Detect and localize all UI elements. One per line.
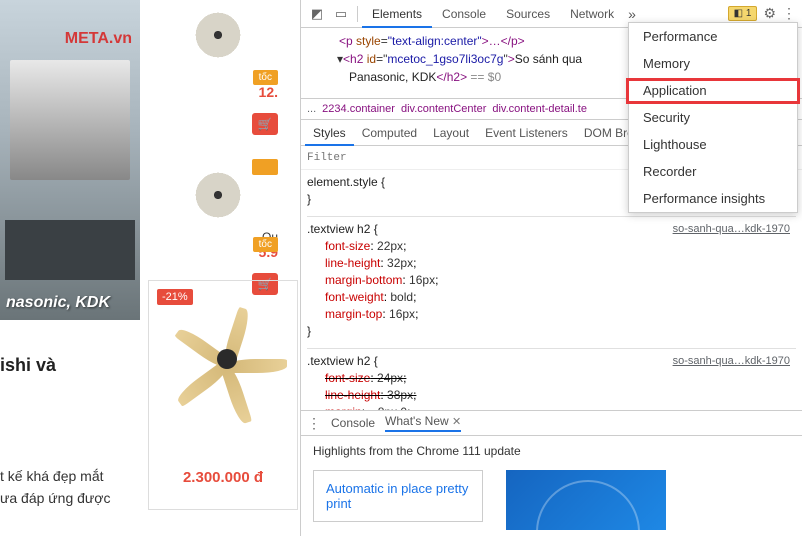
cart-button[interactable]: 🛒 bbox=[252, 113, 278, 135]
logo: META.vn bbox=[65, 30, 132, 48]
tab-elements[interactable]: Elements bbox=[362, 0, 432, 28]
breadcrumb-item[interactable]: ... bbox=[307, 103, 316, 115]
tab-sources[interactable]: Sources bbox=[496, 0, 560, 28]
breadcrumb-item[interactable]: div.contentCenter bbox=[401, 103, 486, 115]
whatsnew-pane: Highlights from the Chrome 111 update Au… bbox=[301, 436, 802, 538]
menu-item-memory[interactable]: Memory bbox=[629, 50, 797, 77]
menu-item-security[interactable]: Security bbox=[629, 104, 797, 131]
tab-computed[interactable]: Computed bbox=[354, 120, 425, 146]
divider bbox=[357, 6, 358, 22]
product-image bbox=[157, 309, 297, 409]
menu-item-lighthouse[interactable]: Lighthouse bbox=[629, 131, 797, 158]
gear-icon[interactable]: ⚙ bbox=[763, 5, 776, 22]
product-card[interactable]: Qu tốc 5.9 🛒 bbox=[148, 165, 288, 295]
more-tabs-icon[interactable]: » bbox=[628, 6, 636, 22]
drawer-tab-bar: ⋮ Console What's New ✕ bbox=[301, 410, 802, 436]
tab-layout[interactable]: Layout bbox=[425, 120, 477, 146]
overflow-menu: Performance Memory Application Security … bbox=[628, 22, 798, 213]
hero-title: nasonic, KDK bbox=[6, 294, 110, 312]
whatsnew-card[interactable]: Automatic in place pretty print bbox=[313, 470, 483, 522]
drawer-tab-whatsnew[interactable]: What's New ✕ bbox=[385, 414, 461, 432]
tab-network[interactable]: Network bbox=[560, 0, 624, 28]
product-price: 2.300.000 đ bbox=[157, 469, 289, 486]
menu-item-recorder[interactable]: Recorder bbox=[629, 158, 797, 185]
description-text: t kế khá đẹp mắt ưa đáp ứng được bbox=[0, 465, 140, 509]
device-icon[interactable]: ▭ bbox=[333, 6, 349, 22]
menu-item-performance[interactable]: Performance bbox=[629, 23, 797, 50]
source-link[interactable]: so-sanh-qua…kdk-1970 bbox=[673, 221, 790, 238]
source-link[interactable]: so-sanh-qua…kdk-1970 bbox=[673, 353, 790, 370]
inspect-icon[interactable]: ◩ bbox=[309, 6, 325, 22]
breadcrumb-item[interactable]: 2234.container bbox=[322, 103, 395, 115]
warning-badge[interactable]: ◧ 1 bbox=[728, 6, 758, 21]
devtools-panel: ◩ ▭ Elements Console Sources Network » ◧… bbox=[300, 0, 802, 536]
product-image bbox=[178, 5, 258, 65]
whatsnew-image bbox=[506, 470, 666, 530]
product-card[interactable]: tốc Qu 12. 🛒 bbox=[148, 5, 288, 135]
tab-event-listeners[interactable]: Event Listeners bbox=[477, 120, 576, 146]
product-price: 12. bbox=[148, 84, 288, 100]
product-card-large[interactable]: -21% 2.300.000 đ bbox=[148, 280, 298, 510]
whatsnew-title: Highlights from the Chrome 111 update bbox=[313, 444, 790, 458]
close-icon[interactable]: ✕ bbox=[452, 416, 461, 428]
tab-styles[interactable]: Styles bbox=[305, 120, 354, 146]
product-image bbox=[178, 165, 258, 225]
discount-badge: -21% bbox=[157, 289, 193, 305]
menu-item-application[interactable]: Application bbox=[629, 77, 797, 104]
tab-console[interactable]: Console bbox=[432, 0, 496, 28]
product-tag: tốc bbox=[253, 237, 278, 252]
heading-partial: ishi và bbox=[0, 355, 56, 376]
kebab-icon[interactable]: ⋮ bbox=[307, 415, 321, 432]
product-tag: tốc bbox=[253, 70, 278, 85]
breadcrumb-item[interactable]: div.content-detail.te bbox=[492, 103, 587, 115]
menu-item-perf-insights[interactable]: Performance insights bbox=[629, 185, 797, 212]
drawer-tab-console[interactable]: Console bbox=[331, 416, 375, 430]
kebab-icon[interactable]: ⋮ bbox=[782, 5, 796, 22]
hero-image: META.vn nasonic, KDK bbox=[0, 0, 140, 320]
